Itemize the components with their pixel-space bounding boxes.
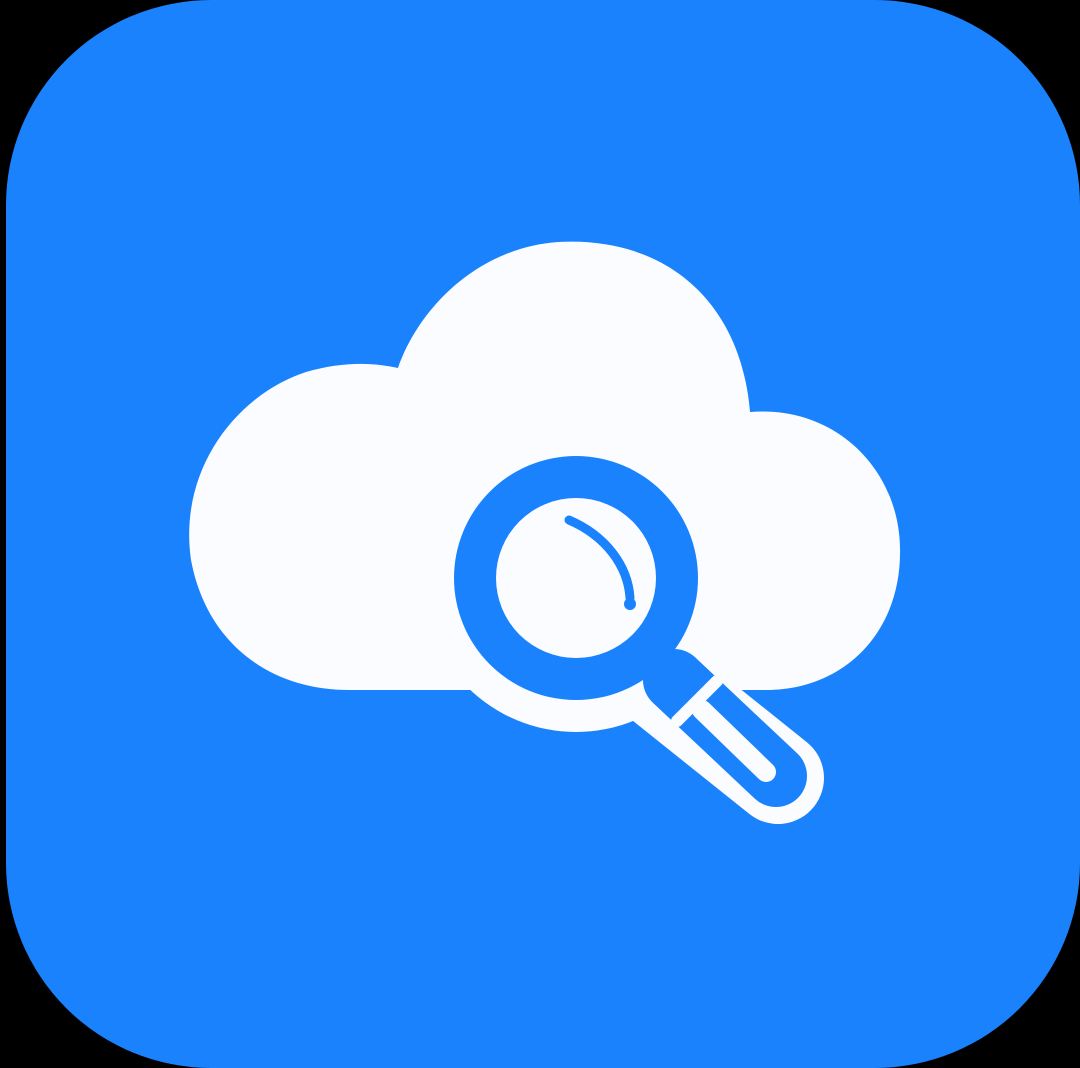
- app-icon-graphic: [6, 0, 1080, 1068]
- icon-canvas: [0, 0, 1080, 1068]
- cloud-search-app-icon[interactable]: [6, 0, 1080, 1068]
